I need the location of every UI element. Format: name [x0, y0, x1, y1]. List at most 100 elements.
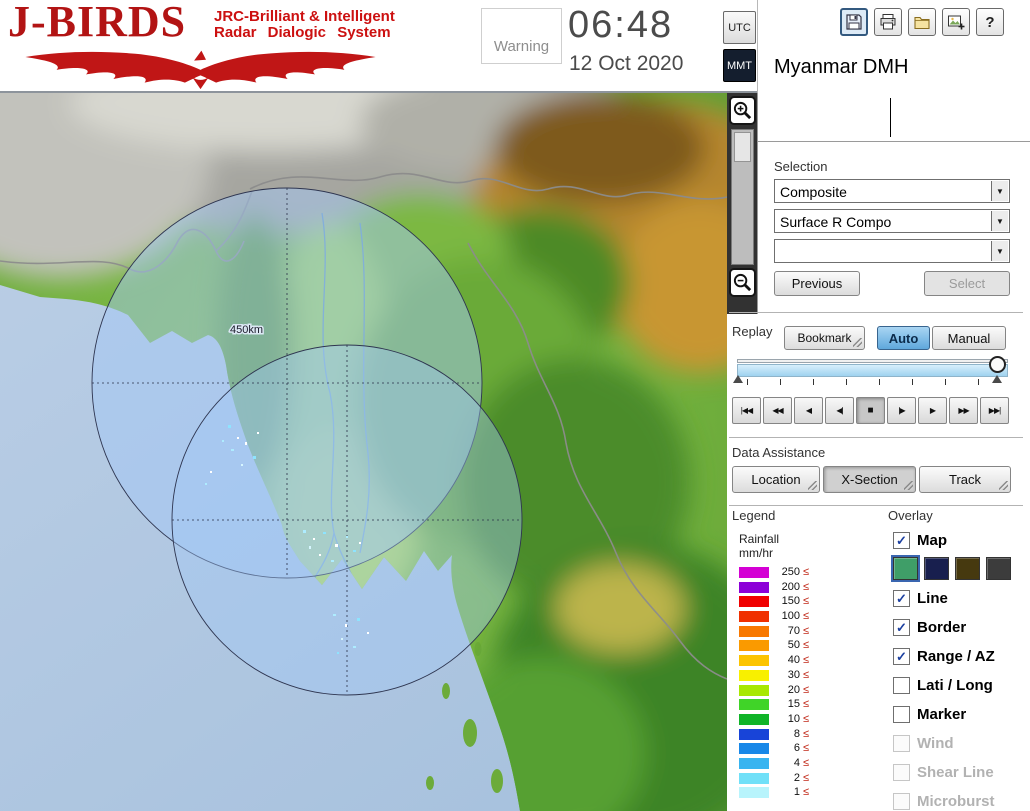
help-button[interactable]: [976, 8, 1004, 36]
overlay-item-range-az[interactable]: ✓ Range / AZ: [893, 646, 995, 666]
timeline-tick: [978, 379, 979, 385]
product-option-dropdown[interactable]: [774, 239, 1010, 263]
overlay-item-microburst: Microburst: [893, 791, 995, 811]
overlay-item-label: Range / AZ: [917, 647, 995, 665]
save-button[interactable]: [840, 8, 868, 36]
open-folder-button[interactable]: [908, 8, 936, 36]
timeline-bar[interactable]: [737, 364, 1008, 377]
product-name-dropdown[interactable]: Surface R Compo: [774, 209, 1010, 233]
legend-color-swatch: [739, 567, 769, 578]
zoom-out-icon: [733, 273, 752, 292]
timeline-slider-handle[interactable]: [989, 356, 1006, 373]
step-forward-button[interactable]: |▶: [887, 397, 916, 424]
zoom-in-icon: [733, 101, 752, 120]
zoom-slider[interactable]: [731, 129, 754, 265]
warning-indicator: Warning: [481, 8, 562, 64]
play-reverse-button[interactable]: ◀: [794, 397, 823, 424]
eagle-logo-icon: [25, 50, 376, 90]
chevron-down-icon[interactable]: [991, 181, 1008, 201]
separator: [729, 312, 1023, 313]
legend-row: 150 ≤: [739, 596, 809, 608]
overlay-section-label: Overlay: [888, 508, 933, 523]
skip-to-first-button[interactable]: |◀◀: [732, 397, 761, 424]
location-button[interactable]: Location: [732, 466, 820, 493]
overlay-item-label: Border: [917, 618, 967, 636]
checkbox: [893, 763, 910, 781]
legend-row: 6 ≤: [739, 742, 810, 755]
track-button[interactable]: Track: [919, 466, 1011, 493]
print-button[interactable]: [874, 8, 902, 36]
dropdown-value: Composite: [780, 184, 847, 200]
overlay-item-marker[interactable]: Marker: [893, 704, 966, 724]
checkbox[interactable]: [893, 676, 910, 694]
legend-value: 70: [787, 624, 800, 637]
selection-section-label: Selection: [774, 159, 828, 174]
skip-to-last-button[interactable]: ▶▶|: [980, 397, 1009, 424]
overlay-item-map[interactable]: ✓ Map: [893, 530, 947, 550]
legend-operator: ≤: [803, 742, 810, 755]
legend-value: 2: [793, 771, 800, 784]
checkbox[interactable]: ✓: [893, 589, 910, 607]
play-button[interactable]: ▶: [918, 397, 947, 424]
step-back-button[interactable]: ◀|: [825, 397, 854, 424]
map-style-terrain-green[interactable]: [891, 555, 920, 582]
legend-color-swatch: [739, 728, 769, 740]
timeline-tick: [780, 379, 781, 385]
legend-color-swatch: [739, 596, 769, 608]
logo-subtitle-line2: Radar Dialogic System: [214, 24, 391, 41]
x-section-button[interactable]: X-Section: [823, 466, 916, 493]
checkbox[interactable]: ✓: [893, 647, 910, 665]
print-icon: [880, 14, 896, 30]
data-assistance-section-label: Data Assistance: [732, 445, 826, 460]
radar-map[interactable]: 450km: [0, 93, 727, 811]
timeline-position-marker: [992, 375, 1002, 383]
add-image-button[interactable]: [942, 8, 970, 36]
station-input[interactable]: [758, 93, 1030, 142]
legend-value: 250: [781, 566, 800, 578]
utc-button[interactable]: UTC: [723, 11, 756, 44]
stop-button[interactable]: ■: [856, 397, 885, 424]
chevron-down-icon[interactable]: [991, 211, 1008, 231]
legend-value: 50: [787, 639, 800, 652]
zoom-in-button[interactable]: [729, 96, 756, 125]
clock-date: 12 Oct 2020: [569, 52, 684, 75]
map-style-dark-navy[interactable]: [924, 557, 949, 580]
map-style-dark-gray[interactable]: [986, 557, 1011, 580]
legend-row: 70 ≤: [739, 624, 810, 637]
playback-controls: |◀◀ ◀◀ ◀ ◀| ■ |▶ ▶ ▶▶ ▶▶|: [732, 397, 1009, 424]
checkbox[interactable]: ✓: [893, 531, 910, 549]
overlay-item-line[interactable]: ✓ Line: [893, 588, 948, 608]
checkbox[interactable]: ✓: [893, 618, 910, 636]
auto-button[interactable]: Auto: [877, 326, 930, 350]
open-folder-icon: [914, 16, 930, 30]
legend-operator: ≤: [803, 566, 810, 578]
legend-row: 4 ≤: [739, 756, 809, 769]
map-style-dark-olive[interactable]: [955, 557, 980, 580]
app-logo-subtitle: JRC-Brilliant & Intelligent Radar Dialog…: [214, 9, 395, 41]
mmt-button[interactable]: MMT: [723, 49, 756, 82]
legend-section-label: Legend: [732, 508, 776, 523]
legend-row: 30 ≤: [739, 669, 809, 681]
overlay-item-border[interactable]: ✓ Border: [893, 617, 966, 637]
zoom-slider-thumb[interactable]: [734, 132, 751, 162]
legend-value: 10: [787, 712, 800, 725]
legend-value: 4: [793, 756, 800, 769]
manual-button[interactable]: Manual: [932, 326, 1006, 350]
zoom-out-button[interactable]: [729, 268, 756, 297]
product-type-dropdown[interactable]: Composite: [774, 179, 1010, 203]
legend-value: 6: [793, 742, 800, 755]
legend-row: 40 ≤: [739, 655, 809, 667]
fast-forward-button[interactable]: ▶▶: [949, 397, 978, 424]
fast-rewind-button[interactable]: ◀◀: [763, 397, 792, 424]
jbirds-window: J-BIRDS JRC-Brilliant & Intelligent Rada…: [0, 0, 1030, 811]
overlay-item-lati-long[interactable]: Lati / Long: [893, 675, 993, 695]
legend-operator: ≤: [803, 624, 810, 637]
legend-row: 200 ≤: [739, 581, 809, 593]
checkbox[interactable]: [893, 705, 910, 723]
previous-button[interactable]: Previous: [774, 271, 860, 296]
legend-operator: ≤: [803, 712, 810, 725]
bookmark-button[interactable]: Bookmark: [784, 326, 865, 350]
timeline-groove: [737, 359, 1008, 363]
legend-row: 10 ≤: [739, 712, 810, 725]
chevron-down-icon[interactable]: [991, 241, 1008, 261]
